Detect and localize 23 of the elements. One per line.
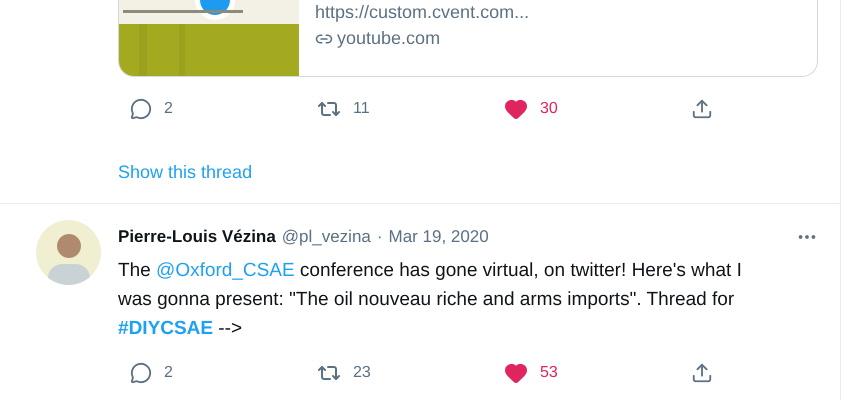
author-name[interactable]: Pierre-Louis Vézina [118,227,276,247]
heart-icon[interactable] [504,97,528,121]
action-count: 23 [353,364,371,382]
action-count: 2 [164,364,173,382]
tweet-text: The @Oxford_CSAE conference has gone virtual, on twitter! Here's what I was gonna present: "The oil nouveau riche and arms imports". Thread for #DIYCSAE --> [118,259,743,341]
author-handle[interactable]: @pl_vezina [282,227,371,247]
link-domain: youtube.com [337,28,440,49]
link-card[interactable]: https://custom.cvent.com... youtube.com [118,0,818,77]
hashtag-link[interactable]: #DIYCSAE [118,318,214,339]
separator: · [376,227,383,247]
heart-icon[interactable] [504,361,528,385]
share-icon[interactable] [691,362,713,384]
share-icon[interactable] [691,98,713,120]
mention-link[interactable]: @Oxford_CSAE [156,260,295,281]
show-thread-link[interactable]: Show this thread [118,162,252,182]
action-count: 30 [540,100,558,118]
action-count: 2 [164,100,173,118]
action-count: 11 [353,100,370,118]
reply-icon[interactable] [130,98,152,120]
action-count: 53 [540,364,558,382]
tweet-date[interactable]: Mar 19, 2020 [388,227,489,247]
reply-icon[interactable] [130,362,152,384]
link-url[interactable]: https://custom.cvent.com... [315,2,530,22]
